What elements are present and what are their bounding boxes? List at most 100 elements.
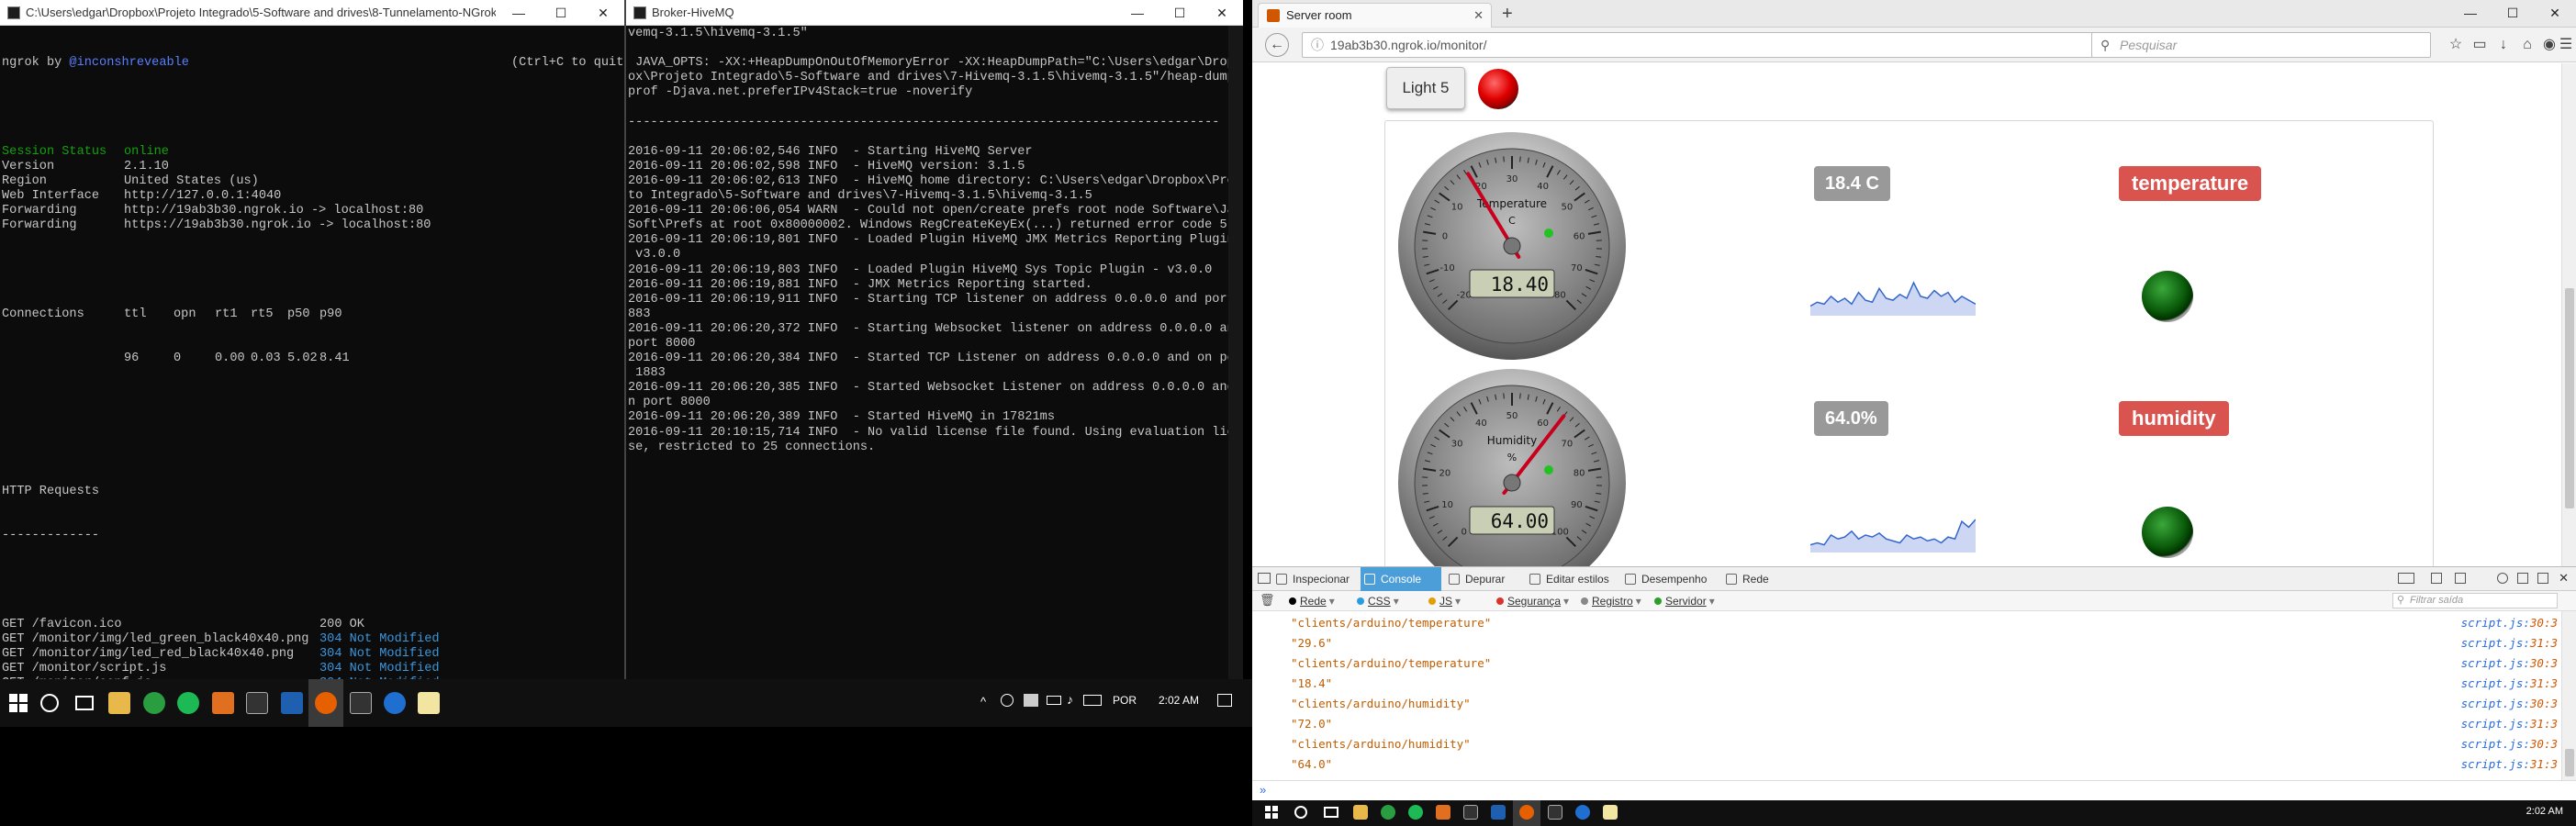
- edge-icon[interactable]: [384, 692, 406, 714]
- chrome-icon[interactable]: [143, 692, 165, 714]
- console-source-link[interactable]: script.js:30:3: [2461, 653, 2558, 674]
- devtools-tab-desempenho[interactable]: Desempenho: [1621, 567, 1719, 591]
- app-icon[interactable]: [212, 692, 234, 714]
- hivemq-scrollbar[interactable]: [1228, 26, 1243, 679]
- filter-segurança[interactable]: Segurança ▾: [1496, 594, 1569, 608]
- responsive-design-icon[interactable]: [2455, 573, 2466, 584]
- close-button[interactable]: ✕: [1201, 0, 1243, 26]
- console-source-link[interactable]: script.js:30:3: [2461, 694, 2558, 714]
- task-view-icon[interactable]: [1324, 807, 1338, 818]
- console-source-link[interactable]: script.js:31:3: [2461, 714, 2558, 734]
- close-button[interactable]: ✕: [582, 0, 624, 26]
- console-source-link[interactable]: script.js:31:3: [2461, 754, 2558, 775]
- devtools-tab-rede[interactable]: Rede: [1722, 567, 1777, 591]
- search-field[interactable]: ⚲ Pesquisar: [2091, 32, 2431, 58]
- downloads-icon[interactable]: ↓: [2493, 35, 2514, 55]
- filter-servidor[interactable]: Servidor ▾: [1654, 594, 1715, 608]
- cortana-search-icon[interactable]: [40, 694, 59, 712]
- spotify-icon[interactable]: [1408, 805, 1423, 820]
- devtools-tab-depurar[interactable]: Depurar: [1445, 567, 1522, 591]
- frame-select-icon[interactable]: [2398, 573, 2414, 584]
- cortana-search-icon[interactable]: [1294, 806, 1307, 819]
- tray-network-icon[interactable]: [1024, 694, 1038, 707]
- minimize-button[interactable]: —: [498, 0, 540, 26]
- battery-icon[interactable]: [1047, 696, 1061, 705]
- filter-css[interactable]: CSS ▾: [1357, 594, 1399, 608]
- keyboard-icon[interactable]: [1083, 695, 1102, 706]
- chrome-icon[interactable]: [1381, 805, 1395, 820]
- hivemq-console-window[interactable]: Broker-HiveMQ — ☐ ✕ vemq-3.1.5\hivemq-3.…: [626, 0, 1243, 679]
- console-scrollbar-thumb[interactable]: [2565, 749, 2574, 776]
- ngrok-console-window[interactable]: C:\Users\edgar\Dropbox\Projeto Integrado…: [0, 0, 624, 679]
- page-scrollbar[interactable]: [2561, 63, 2576, 566]
- clear-console-icon[interactable]: 🗑: [1260, 593, 1275, 608]
- task-view-icon[interactable]: [75, 696, 94, 710]
- firefox-window[interactable]: Server room ✕ + — ☐ ✕ ← ⓘ 19ab3b30.ngrok.…: [1252, 0, 2576, 800]
- filter-js[interactable]: JS ▾: [1428, 594, 1461, 608]
- volume-icon[interactable]: ♪: [1067, 692, 1073, 707]
- console-input[interactable]: »: [1252, 780, 2576, 800]
- console-source-link[interactable]: script.js:30:3: [2461, 613, 2558, 633]
- devtools-tab-inspecionar[interactable]: Inspecionar: [1272, 567, 1357, 591]
- ngrok-title-bar[interactable]: C:\Users\edgar\Dropbox\Projeto Integrado…: [0, 0, 624, 26]
- maximize-button[interactable]: ☐: [540, 0, 582, 26]
- close-button[interactable]: ✕: [2534, 0, 2576, 28]
- url-bar[interactable]: ⓘ19ab3b30.ngrok.io/monitor/ ↻: [1302, 32, 2119, 58]
- dock-side-icon[interactable]: [2517, 573, 2528, 584]
- terminal-icon[interactable]: [246, 692, 268, 714]
- hivemq-title-bar[interactable]: Broker-HiveMQ — ☐ ✕: [626, 0, 1243, 26]
- terminal-icon[interactable]: [1463, 805, 1478, 820]
- home-icon[interactable]: ⌂: [2517, 35, 2537, 55]
- tray-chevron-icon[interactable]: ^: [980, 695, 986, 709]
- scrollbar-thumb[interactable]: [2565, 288, 2574, 508]
- cmd-icon[interactable]: [1548, 805, 1562, 820]
- edge-icon[interactable]: [1575, 805, 1590, 820]
- windows-start-icon[interactable]: [1265, 806, 1278, 819]
- undock-icon[interactable]: [2537, 573, 2548, 584]
- filter-registro[interactable]: Registro ▾: [1581, 594, 1641, 608]
- app-icon[interactable]: [1436, 805, 1450, 820]
- minimize-button[interactable]: —: [1116, 0, 1159, 26]
- cmd-icon[interactable]: [350, 692, 372, 714]
- settings-gear-icon[interactable]: [2497, 573, 2508, 584]
- console-source-link[interactable]: script.js:31:3: [2461, 674, 2558, 694]
- hamburger-menu-icon[interactable]: ☰: [2556, 35, 2576, 55]
- devtools-close-icon[interactable]: ✕: [2559, 571, 2569, 586]
- windows-start-icon[interactable]: [9, 694, 28, 712]
- reading-list-icon[interactable]: ▭: [2470, 35, 2490, 55]
- file-explorer-icon[interactable]: [108, 692, 130, 714]
- back-arrow-icon[interactable]: ←: [1265, 33, 1289, 57]
- powershell-icon[interactable]: [281, 692, 303, 714]
- humidity-gauge: 0102030405060708090100Humidity%64.00: [1398, 369, 1626, 566]
- powershell-icon[interactable]: [1491, 805, 1506, 820]
- light-5-button[interactable]: Light 5: [1386, 67, 1465, 109]
- language-indicator[interactable]: POR: [1113, 694, 1137, 707]
- console-filter-input[interactable]: ⚲ Filtrar saída: [2392, 593, 2558, 608]
- clock[interactable]: 2:02 AM: [2526, 806, 2563, 817]
- file-explorer-icon[interactable]: [1353, 805, 1368, 820]
- tab-server-room[interactable]: Server room ✕: [1258, 3, 1492, 28]
- maximize-button[interactable]: ☐: [2492, 0, 2534, 28]
- notepad-icon[interactable]: [418, 692, 440, 714]
- firefox-icon[interactable]: [1519, 805, 1534, 820]
- clock[interactable]: 2:02 AM: [1159, 694, 1199, 707]
- action-center-icon[interactable]: [1217, 694, 1232, 707]
- notepad-icon[interactable]: [1603, 805, 1618, 820]
- filter-rede[interactable]: Rede ▾: [1289, 594, 1335, 608]
- devtools-tab-console[interactable]: Console: [1361, 567, 1441, 591]
- minimize-button[interactable]: —: [2449, 0, 2492, 28]
- console-source-link[interactable]: script.js:31:3: [2461, 633, 2558, 653]
- bookmark-star-icon[interactable]: ☆: [2446, 35, 2466, 55]
- maximize-button[interactable]: ☐: [1159, 0, 1201, 26]
- console-source-link[interactable]: script.js:30:3: [2461, 734, 2558, 754]
- console-message: "clients/arduino/humidity" script.js:30:3: [1291, 694, 2576, 714]
- spotify-icon[interactable]: [177, 692, 199, 714]
- split-console-icon[interactable]: [2431, 573, 2442, 584]
- console-scrollbar[interactable]: [2561, 611, 2576, 780]
- tray-app-icon[interactable]: [1001, 694, 1014, 707]
- firefox-icon[interactable]: [315, 692, 337, 714]
- pick-element-icon[interactable]: [1258, 573, 1271, 584]
- tab-close-icon[interactable]: ✕: [1473, 4, 1484, 28]
- new-tab-icon[interactable]: +: [1502, 4, 1513, 25]
- devtools-tab-editar-estilos[interactable]: Editar estilos: [1526, 567, 1618, 591]
